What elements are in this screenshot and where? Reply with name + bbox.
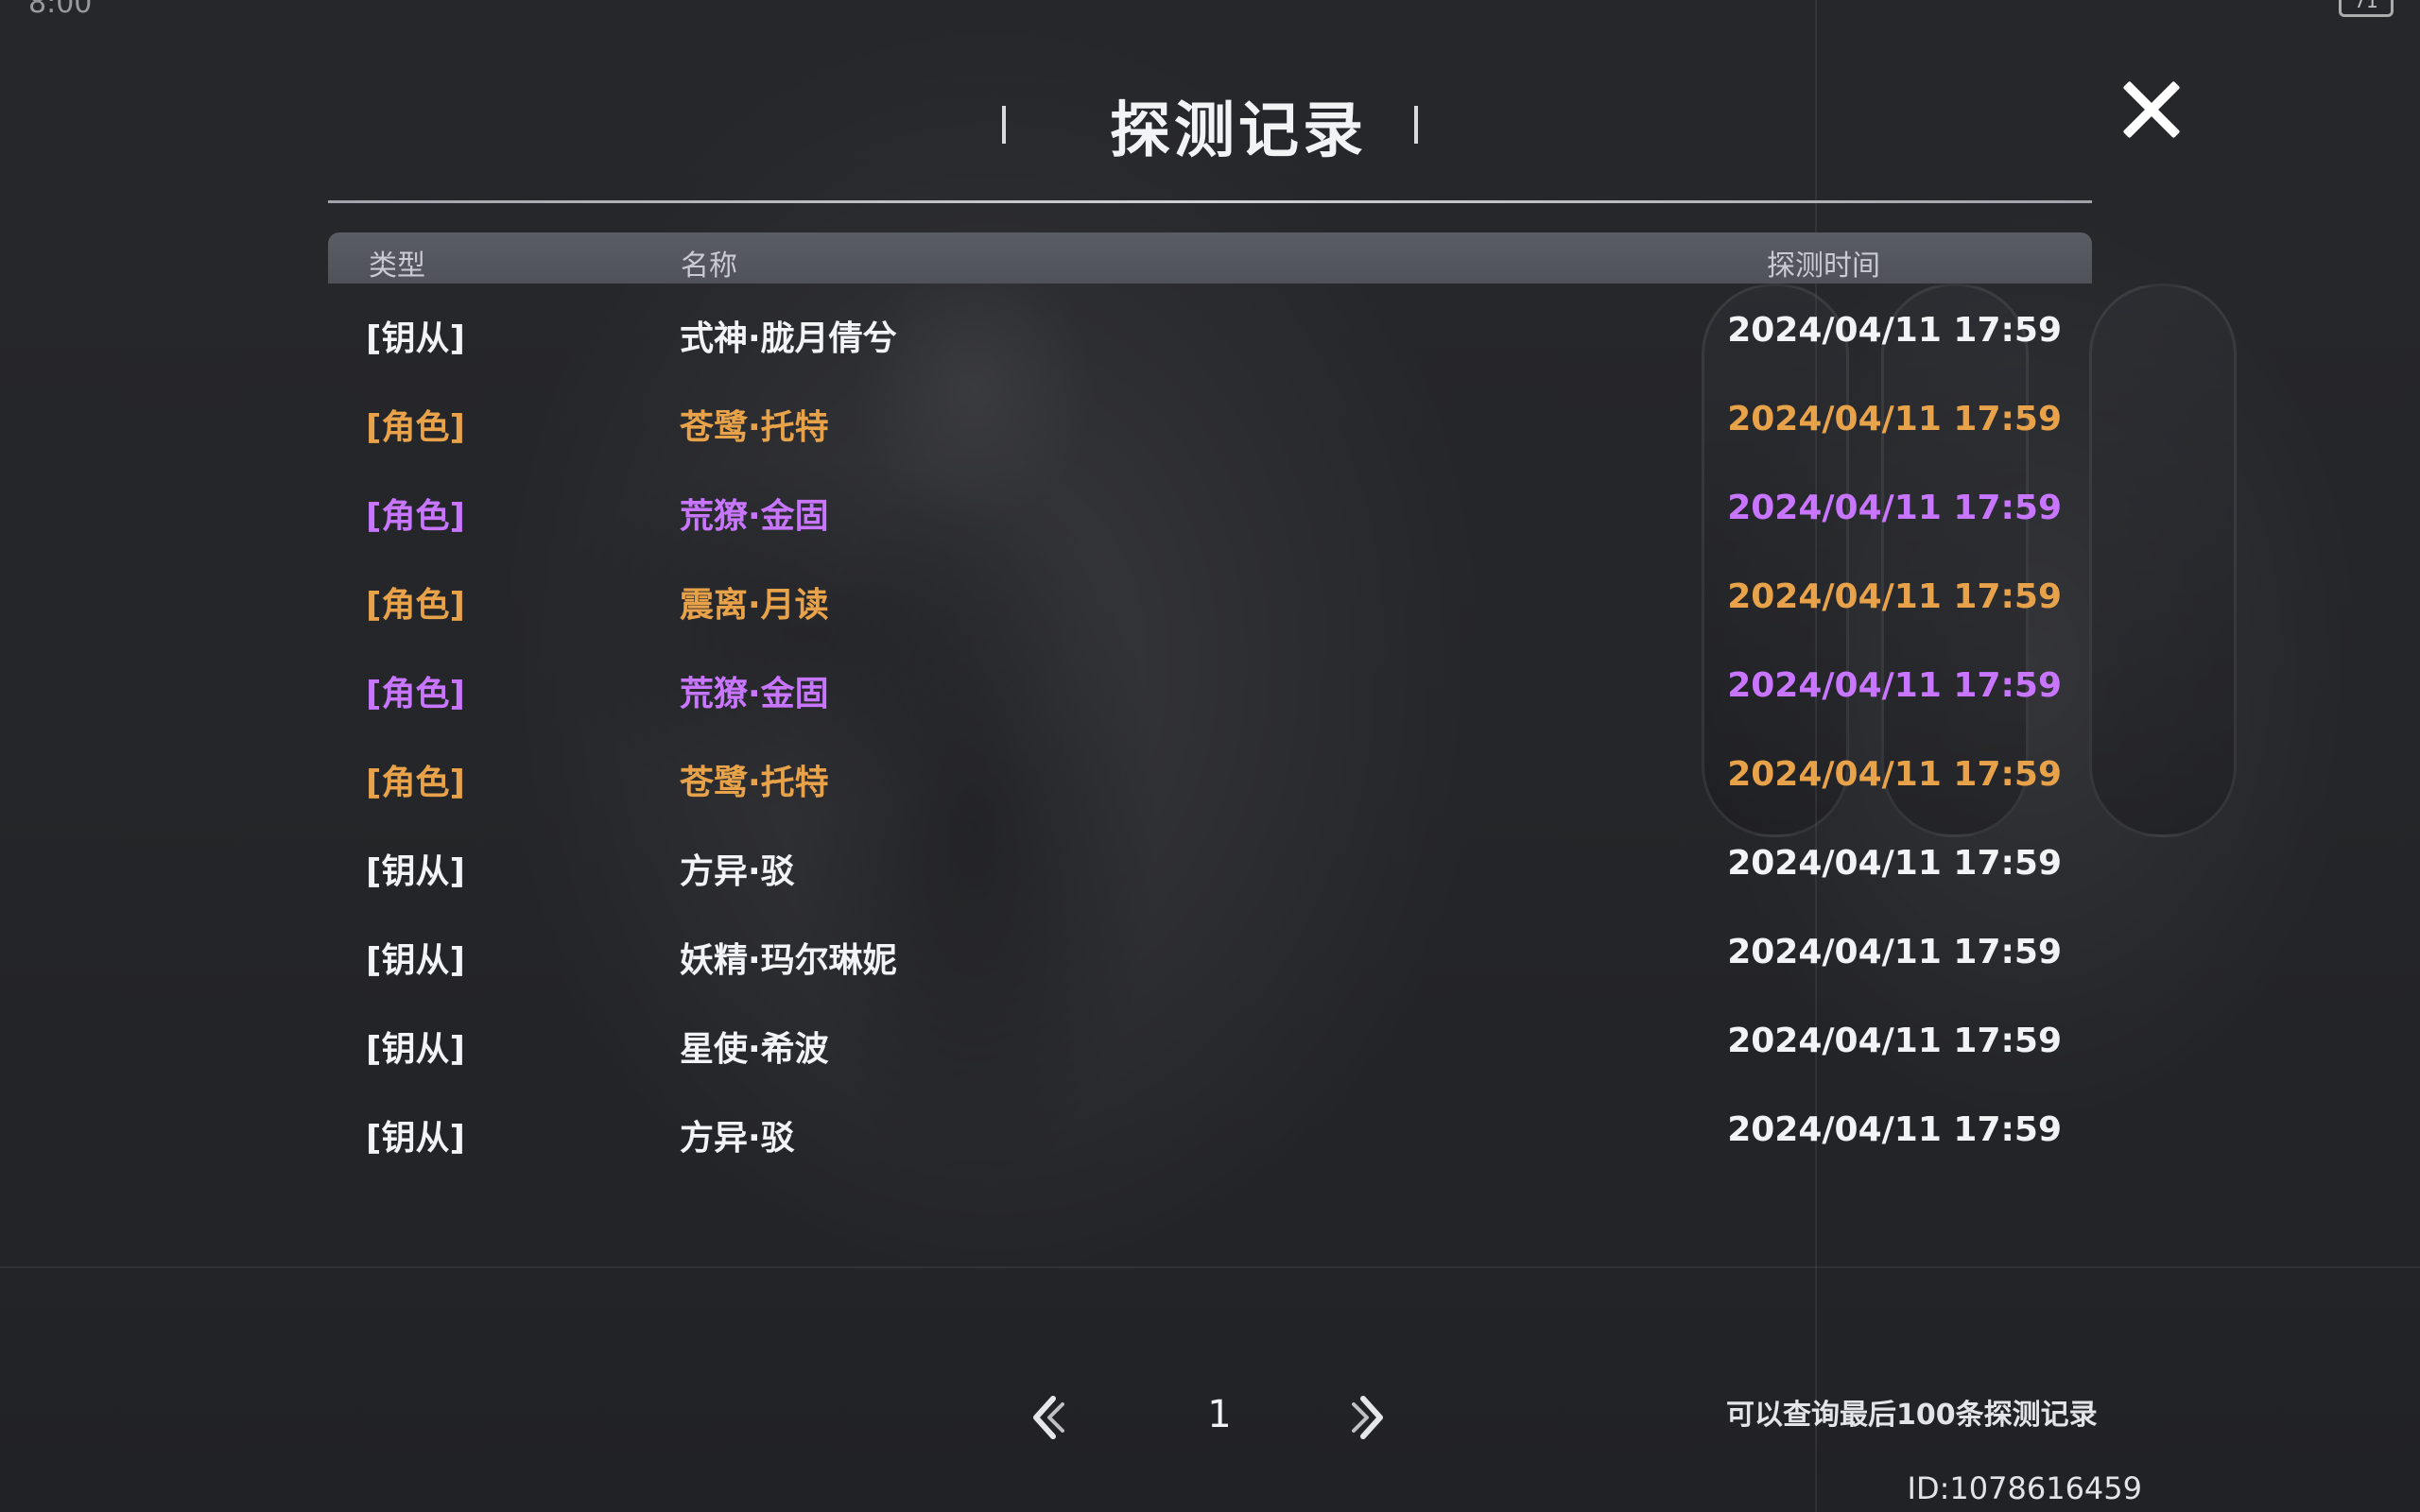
record-list: [钥从] 式神·胧月倩兮 2024/04/11 17:59 [角色] 苍鹭·托特… [328,288,2092,1177]
row-name: 荒獠·金固 [680,497,829,536]
row-time: 2024/04/11 17:59 [1727,666,2062,705]
row-type: [钥从] [366,1030,465,1069]
row-type: [钥从] [366,852,465,891]
table-row: [角色] 荒獠·金固 2024/04/11 17:59 [328,644,2092,732]
table-row: [钥从] 式神·胧月倩兮 2024/04/11 17:59 [328,288,2092,377]
row-name: 方异·驳 [680,1119,795,1158]
row-time: 2024/04/11 17:59 [1727,489,2062,527]
row-type: [角色] [366,764,465,802]
table-row: [角色] 荒獠·金固 2024/04/11 17:59 [328,466,2092,555]
row-name: 荒獠·金固 [680,675,829,713]
row-time: 2024/04/11 17:59 [1727,311,2062,350]
dialog-header: 探测记录 [1002,83,1475,168]
row-type: [角色] [366,408,465,447]
pagination: 1 [1002,1380,1418,1455]
row-time: 2024/04/11 17:59 [1727,755,2062,794]
row-type: [钥从] [366,1119,465,1158]
record-limit-hint: 可以查询最后100条探测记录 [1726,1399,2098,1432]
row-name: 苍鹭·托特 [680,764,829,802]
row-name: 苍鹭·托特 [680,408,829,447]
row-time: 2024/04/11 17:59 [1727,933,2062,971]
column-header-name: 名称 [681,249,737,283]
dialog-title: 探测记录 [1110,96,1367,166]
title-divider [1414,106,1418,144]
battery-icon: 71 [2339,0,2394,17]
column-header-type: 类型 [369,249,425,283]
row-time: 2024/04/11 17:59 [1727,577,2062,616]
row-type: [钥从] [366,319,465,358]
row-type: [角色] [366,586,465,625]
row-time: 2024/04/11 17:59 [1727,844,2062,883]
table-row: [钥从] 方异·驳 2024/04/11 17:59 [328,1088,2092,1177]
row-name: 震离·月读 [680,586,829,625]
header-divider [328,200,2092,203]
row-time: 2024/04/11 17:59 [1727,1110,2062,1149]
table-row: [角色] 苍鹭·托特 2024/04/11 17:59 [328,377,2092,466]
row-time: 2024/04/11 17:59 [1727,1022,2062,1060]
table-row: [钥从] 方异·驳 2024/04/11 17:59 [328,821,2092,910]
table-row: [角色] 震离·月读 2024/04/11 17:59 [328,555,2092,644]
chevron-left-icon[interactable] [1021,1391,1074,1444]
row-type: [角色] [366,675,465,713]
column-header-time: 探测时间 [1767,249,1880,283]
game-screen: 8:00 71 探测记录 类型 名称 探测时间 [钥从] 式神·胧月倩兮 202… [0,0,2420,1512]
status-time: 8:00 [28,0,93,20]
row-type: [角色] [366,497,465,536]
row-name: 妖精·玛尔琳妮 [680,941,897,980]
row-name: 星使·希波 [680,1030,829,1069]
page-number: 1 [1207,1393,1232,1436]
table-header: 类型 名称 探测时间 [328,232,2092,284]
close-icon[interactable] [2118,76,2186,144]
user-id: ID:1078616459 [1907,1470,2142,1506]
row-name: 方异·驳 [680,852,795,891]
row-type: [钥从] [366,941,465,980]
table-row: [钥从] 星使·希波 2024/04/11 17:59 [328,999,2092,1088]
table-row: [角色] 苍鹭·托特 2024/04/11 17:59 [328,732,2092,821]
chevron-right-icon[interactable] [1342,1391,1395,1444]
table-row: [钥从] 妖精·玛尔琳妮 2024/04/11 17:59 [328,910,2092,999]
row-name: 式神·胧月倩兮 [680,319,897,358]
row-time: 2024/04/11 17:59 [1727,400,2062,438]
